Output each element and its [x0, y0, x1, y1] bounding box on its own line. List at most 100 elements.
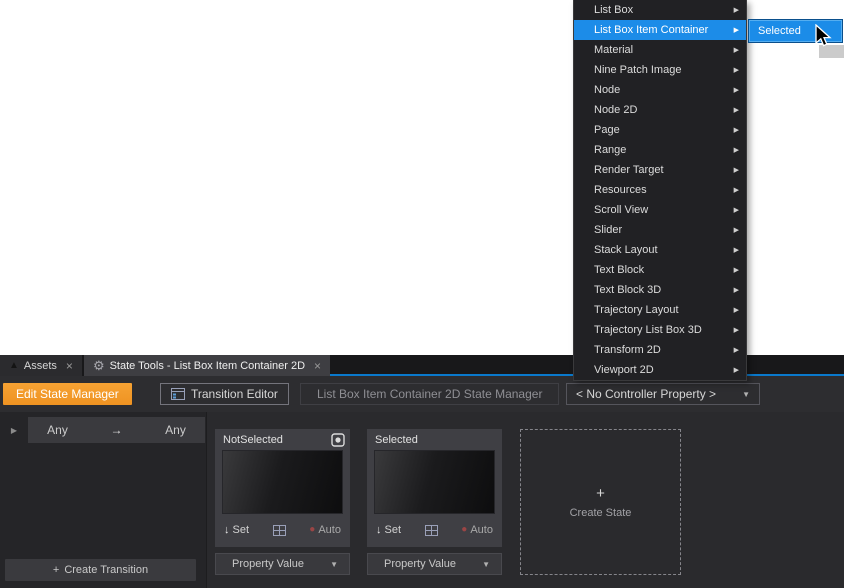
menu-item-trajectory-list-box-3d[interactable]: Trajectory List Box 3D ▶: [574, 320, 746, 340]
set-button[interactable]: ↓ Set: [376, 524, 401, 536]
transition-any-any[interactable]: Any → Any: [28, 417, 205, 443]
menu-item-label: Text Block: [594, 264, 734, 276]
create-state-label: Create State: [570, 507, 632, 519]
context-menu: List Box ▶ List Box Item Container ▶ Mat…: [573, 0, 747, 381]
submenu-arrow-icon: ▶: [734, 226, 739, 234]
state-tools-panel: ▲ Assets × ⚙ State Tools - List Box Item…: [0, 355, 844, 588]
submenu-arrow-icon: ▶: [734, 126, 739, 134]
submenu-arrow-icon: ▶: [734, 166, 739, 174]
menu-item-resources[interactable]: Resources ▶: [574, 180, 746, 200]
menu-item-label: Nine Patch Image: [594, 64, 734, 76]
menu-item-label: Material: [594, 44, 734, 56]
menu-item-page[interactable]: Page ▶: [574, 120, 746, 140]
menu-item-label: Stack Layout: [594, 244, 734, 256]
menu-item-scroll-view[interactable]: Scroll View ▶: [574, 200, 746, 220]
gear-icon: ⚙: [93, 361, 105, 371]
chevron-down-icon: ▼: [482, 560, 490, 569]
menu-item-material[interactable]: Material ▶: [574, 40, 746, 60]
menu-item-viewport-2d[interactable]: Viewport 2D ▶: [574, 360, 746, 380]
menu-item-label: Viewport 2D: [594, 364, 734, 376]
auto-label: Auto: [318, 524, 341, 536]
menu-item-nine-patch-image[interactable]: Nine Patch Image ▶: [574, 60, 746, 80]
menu-item-label: Scroll View: [594, 204, 734, 216]
transitions-panel: ▶ Any → Any + Create Transition: [0, 412, 207, 588]
menu-item-label: Trajectory List Box 3D: [594, 324, 734, 336]
menu-item-label: Trajectory Layout: [594, 304, 734, 316]
state-card-controls: ↓ Set ● Auto: [367, 518, 502, 542]
transition-editor-button[interactable]: Transition Editor: [160, 383, 289, 405]
tab-assets[interactable]: ▲ Assets ×: [0, 355, 82, 376]
submenu-arrow-icon: ▶: [734, 46, 739, 54]
plus-icon: +: [53, 564, 59, 576]
submenu-arrow-icon: ▶: [734, 266, 739, 274]
menu-item-trajectory-layout[interactable]: Trajectory Layout ▶: [574, 300, 746, 320]
menu-item-range[interactable]: Range ▶: [574, 140, 746, 160]
menu-item-label: Node 2D: [594, 104, 734, 116]
state-card-controls: ↓ Set ● Auto: [215, 518, 350, 542]
property-value-dropdown-notselected[interactable]: Property Value ▼: [215, 553, 350, 575]
state-card-notselected[interactable]: NotSelected ↓ Set: [215, 429, 350, 547]
expander-icon[interactable]: ▶: [0, 417, 28, 443]
menu-item-node-2d[interactable]: Node 2D ▶: [574, 100, 746, 120]
submenu-arrow-icon: ▶: [734, 206, 739, 214]
chevron-down-icon: ▼: [742, 390, 750, 399]
state-card-header: Selected: [367, 429, 502, 450]
transition-editor-label: Transition Editor: [191, 387, 278, 401]
tab-state-tools[interactable]: ⚙ State Tools - List Box Item Container …: [84, 355, 330, 376]
submenu-arrow-icon: ▶: [734, 186, 739, 194]
set-button[interactable]: ↓ Set: [224, 524, 249, 536]
state-preview-thumbnail: [222, 450, 343, 514]
controller-property-value: < No Controller Property >: [576, 387, 716, 401]
close-icon[interactable]: ×: [314, 359, 321, 373]
assets-icon: ▲: [9, 360, 19, 371]
create-state-button[interactable]: + Create State: [520, 429, 681, 575]
property-value-dropdown-selected[interactable]: Property Value ▼: [367, 553, 502, 575]
auto-toggle[interactable]: ● Auto: [309, 524, 341, 536]
state-manager-name: List Box Item Container 2D State Manager: [300, 383, 559, 405]
submenu-arrow-icon: ▶: [734, 86, 739, 94]
menu-item-node[interactable]: Node ▶: [574, 80, 746, 100]
auto-dot-icon: ●: [461, 525, 467, 535]
snapshot-icon[interactable]: [331, 433, 345, 447]
auto-dot-icon: ●: [309, 525, 315, 535]
menu-item-label: Slider: [594, 224, 734, 236]
state-name: NotSelected: [223, 434, 331, 446]
property-value-label: Property Value: [384, 558, 456, 570]
submenu-arrow-icon: ▶: [734, 306, 739, 314]
menu-item-list-box-item-container[interactable]: List Box Item Container ▶: [574, 20, 746, 40]
property-value-label: Property Value: [232, 558, 304, 570]
states-area: NotSelected ↓ Set: [207, 412, 844, 588]
menu-item-list-box[interactable]: List Box ▶: [574, 0, 746, 20]
keyframe-icon[interactable]: [425, 525, 438, 536]
state-tools-content: ▶ Any → Any + Create Transition NotSel: [0, 412, 844, 588]
transition-to: Any: [146, 423, 205, 437]
state-tools-toolbar: Edit State Manager Transition Editor Lis…: [0, 376, 844, 412]
submenu-arrow-icon: ▶: [734, 26, 739, 34]
transition-row[interactable]: ▶ Any → Any: [0, 417, 205, 443]
create-transition-button[interactable]: + Create Transition: [5, 559, 196, 581]
menu-item-text-block-3d[interactable]: Text Block 3D ▶: [574, 280, 746, 300]
menu-item-render-target[interactable]: Render Target ▶: [574, 160, 746, 180]
keyframe-icon[interactable]: [273, 525, 286, 536]
state-name: Selected: [375, 434, 497, 446]
menu-item-stack-layout[interactable]: Stack Layout ▶: [574, 240, 746, 260]
menu-item-label: Node: [594, 84, 734, 96]
submenu-arrow-icon: ▶: [734, 346, 739, 354]
submenu-arrow-icon: ▶: [734, 106, 739, 114]
submenu-arrow-icon: ▶: [734, 326, 739, 334]
submenu-arrow-icon: ▶: [734, 66, 739, 74]
menu-item-text-block[interactable]: Text Block ▶: [574, 260, 746, 280]
state-card-selected[interactable]: Selected ↓ Set: [367, 429, 502, 547]
transition-editor-icon: [171, 388, 185, 400]
menu-item-label: Render Target: [594, 164, 734, 176]
menu-item-transform-2d[interactable]: Transform 2D ▶: [574, 340, 746, 360]
menu-item-label: Page: [594, 124, 734, 136]
edit-state-manager-button[interactable]: Edit State Manager: [3, 383, 132, 405]
submenu-arrow-icon: ▶: [734, 246, 739, 254]
auto-toggle[interactable]: ● Auto: [461, 524, 493, 536]
menu-item-slider[interactable]: Slider ▶: [574, 220, 746, 240]
close-icon[interactable]: ×: [66, 359, 73, 373]
submenu-arrow-icon: ▶: [734, 6, 739, 14]
controller-property-dropdown[interactable]: < No Controller Property > ▼: [566, 383, 760, 405]
set-label: Set: [385, 524, 402, 536]
